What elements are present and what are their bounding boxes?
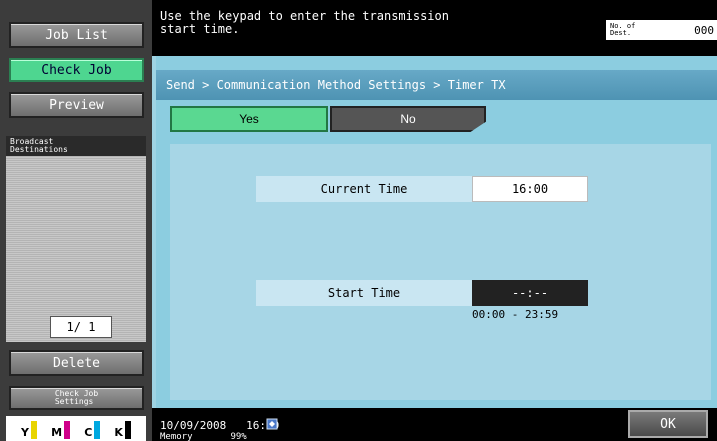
toner-y: Y <box>21 421 38 439</box>
toner-indicator: Y M C K <box>6 416 146 441</box>
breadcrumb: Send > Communication Method Settings > T… <box>166 78 506 92</box>
tab-yes[interactable]: Yes <box>170 106 328 132</box>
delete-button[interactable]: Delete <box>9 350 144 376</box>
left-panel: Job List Check Job Preview Broadcast Des… <box>0 0 152 441</box>
toner-k-bar <box>124 421 131 439</box>
instruction-message: Use the keypad to enter the transmission… <box>160 9 449 36</box>
toner-k-letter: K <box>114 426 123 439</box>
check-job-button[interactable]: Check Job <box>9 58 144 82</box>
main-panel: Send > Communication Method Settings > T… <box>152 56 717 408</box>
page-indicator: 1/ 1 <box>50 316 112 338</box>
message-bar: Use the keypad to enter the transmission… <box>152 0 717 56</box>
toner-k: K <box>114 421 131 439</box>
network-icon <box>266 418 278 430</box>
broadcast-destinations-list[interactable] <box>6 156 146 342</box>
current-time-label: Current Time <box>256 176 472 202</box>
start-time-input[interactable]: --:-- <box>472 280 588 306</box>
toner-c-bar <box>94 421 101 439</box>
toner-c: C <box>84 421 101 439</box>
destination-count-label: No. of Dest. <box>610 22 636 37</box>
date-time: 10/09/2008 16:00 <box>160 419 280 432</box>
toner-c-letter: C <box>84 426 93 439</box>
toner-m-bar <box>64 421 71 439</box>
ok-button[interactable]: OK <box>628 410 708 438</box>
job-list-button[interactable]: Job List <box>9 22 144 48</box>
toner-m-letter: M <box>51 426 63 439</box>
toner-m: M <box>51 421 71 439</box>
main-panel-inner: Send > Communication Method Settings > T… <box>156 56 717 408</box>
toner-y-letter: Y <box>21 426 30 439</box>
status-footer: 10/09/2008 16:00 Memory 99% OK <box>152 408 717 441</box>
start-time-label: Start Time <box>256 280 472 306</box>
destination-count-box: No. of Dest. 000 <box>606 20 717 40</box>
broadcast-destinations-header: Broadcast Destinations <box>6 136 146 156</box>
destination-count-value: 000 <box>694 23 714 37</box>
check-job-settings-button[interactable]: Check Job Settings <box>9 386 144 410</box>
memory-status: Memory 99% <box>160 432 247 441</box>
current-time-value: 16:00 <box>472 176 588 202</box>
toner-y-bar <box>31 421 38 439</box>
preview-button[interactable]: Preview <box>9 92 144 118</box>
time-range-hint: 00:00 - 23:59 <box>472 308 559 321</box>
broadcast-destinations-label: Broadcast Destinations <box>10 137 68 154</box>
tab-no[interactable]: No <box>330 106 486 132</box>
